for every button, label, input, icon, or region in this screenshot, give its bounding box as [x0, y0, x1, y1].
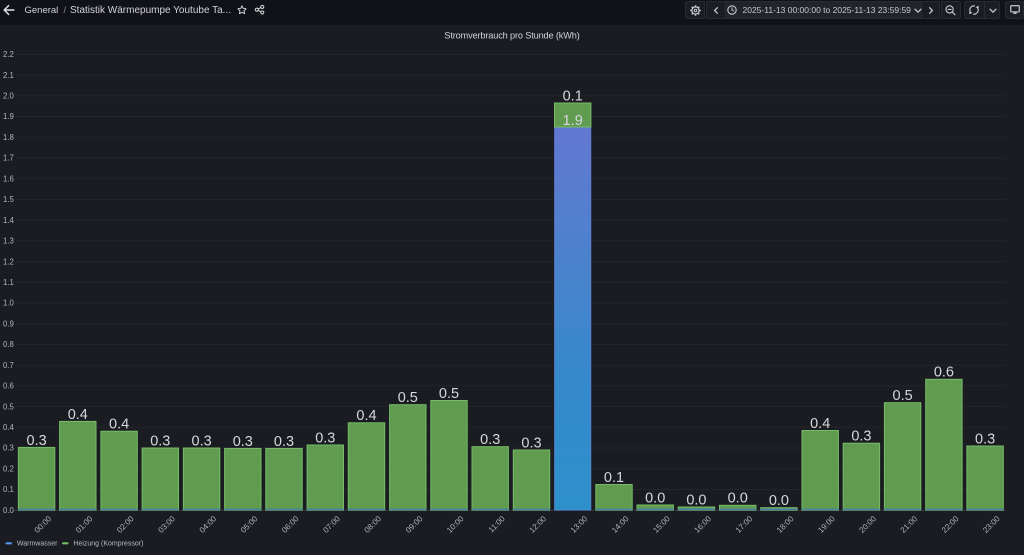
svg-text:0.1: 0.1 — [3, 485, 14, 494]
svg-text:2.1: 2.1 — [3, 71, 14, 80]
svg-text:0.0: 0.0 — [686, 492, 706, 508]
svg-text:0.5: 0.5 — [398, 390, 418, 406]
svg-text:2.2: 2.2 — [3, 50, 14, 59]
svg-text:0.6: 0.6 — [934, 365, 954, 381]
svg-text:0.7: 0.7 — [3, 361, 14, 370]
svg-text:1.9: 1.9 — [563, 113, 583, 129]
svg-text:0.0: 0.0 — [769, 493, 789, 509]
svg-text:0.3: 0.3 — [233, 434, 253, 450]
svg-text:0.8: 0.8 — [3, 340, 14, 349]
svg-text:0.3: 0.3 — [27, 433, 47, 449]
svg-text:Warmwasser: Warmwasser — [17, 541, 58, 548]
svg-text:0.4: 0.4 — [810, 416, 830, 432]
svg-text:Heizung (Kompressor): Heizung (Kompressor) — [73, 541, 143, 548]
svg-text:0.4: 0.4 — [356, 408, 376, 424]
svg-text:0.4: 0.4 — [3, 423, 15, 432]
svg-text:22:00: 22:00 — [940, 514, 961, 535]
svg-text:0.3: 0.3 — [315, 430, 335, 446]
svg-text:0.6: 0.6 — [3, 382, 14, 391]
svg-text:18:00: 18:00 — [775, 514, 796, 535]
svg-text:1.4: 1.4 — [3, 216, 15, 225]
svg-text:0.4: 0.4 — [68, 407, 88, 423]
svg-text:08:00: 08:00 — [363, 514, 384, 535]
svg-text:0.3: 0.3 — [975, 431, 995, 447]
svg-text:1.9: 1.9 — [3, 112, 14, 121]
svg-text:17:00: 17:00 — [734, 514, 755, 535]
svg-text:00:00: 00:00 — [33, 514, 54, 535]
svg-text:14:00: 14:00 — [610, 514, 631, 535]
svg-text:0.5: 0.5 — [893, 388, 913, 404]
svg-text:1.0: 1.0 — [3, 299, 15, 308]
svg-text:0.1: 0.1 — [604, 470, 624, 486]
svg-text:11:00: 11:00 — [487, 514, 507, 534]
svg-text:1.5: 1.5 — [3, 195, 15, 204]
svg-text:1.3: 1.3 — [3, 237, 14, 246]
svg-text:0.3: 0.3 — [851, 429, 871, 445]
svg-text:1.7: 1.7 — [3, 154, 14, 163]
svg-text:0.3: 0.3 — [192, 433, 212, 449]
svg-text:0.0: 0.0 — [645, 490, 665, 506]
svg-text:07:00: 07:00 — [321, 514, 342, 535]
svg-text:15:00: 15:00 — [651, 514, 672, 535]
svg-text:13:00: 13:00 — [569, 514, 590, 535]
svg-text:01:00: 01:00 — [74, 514, 95, 535]
svg-text:0.2: 0.2 — [3, 465, 14, 474]
svg-text:06:00: 06:00 — [280, 514, 301, 535]
svg-text:Stromverbrauch pro Stunde (kWh: Stromverbrauch pro Stunde (kWh) — [444, 30, 579, 40]
svg-text:16:00: 16:00 — [692, 514, 713, 535]
svg-text:04:00: 04:00 — [198, 514, 219, 535]
svg-text:03:00: 03:00 — [156, 514, 177, 535]
svg-text:23:00: 23:00 — [981, 514, 1002, 535]
svg-text:21:00: 21:00 — [899, 514, 920, 535]
svg-text:20:00: 20:00 — [857, 514, 878, 535]
svg-text:02:00: 02:00 — [115, 514, 136, 535]
svg-text:12:00: 12:00 — [528, 514, 549, 535]
svg-text:0.3: 0.3 — [480, 432, 500, 448]
svg-text:1.8: 1.8 — [3, 133, 14, 142]
svg-text:1.1: 1.1 — [3, 278, 14, 287]
svg-text:0.0: 0.0 — [3, 506, 15, 515]
svg-text:0.4: 0.4 — [109, 417, 129, 433]
svg-text:0.3: 0.3 — [3, 444, 14, 453]
svg-text:09:00: 09:00 — [404, 514, 425, 535]
svg-text:19:00: 19:00 — [816, 514, 837, 535]
svg-text:1.6: 1.6 — [3, 174, 14, 183]
svg-text:0.3: 0.3 — [521, 435, 541, 451]
svg-text:0.3: 0.3 — [150, 433, 170, 449]
svg-text:0.5: 0.5 — [439, 386, 459, 402]
svg-text:0.9: 0.9 — [3, 319, 14, 328]
svg-text:1.2: 1.2 — [3, 257, 14, 266]
svg-text:0.5: 0.5 — [3, 402, 15, 411]
svg-text:0.1: 0.1 — [563, 88, 583, 104]
svg-text:0.3: 0.3 — [274, 434, 294, 450]
svg-text:05:00: 05:00 — [239, 514, 260, 535]
svg-text:2.0: 2.0 — [3, 92, 15, 101]
svg-text:0.0: 0.0 — [728, 491, 748, 507]
svg-text:10:00: 10:00 — [445, 514, 466, 535]
